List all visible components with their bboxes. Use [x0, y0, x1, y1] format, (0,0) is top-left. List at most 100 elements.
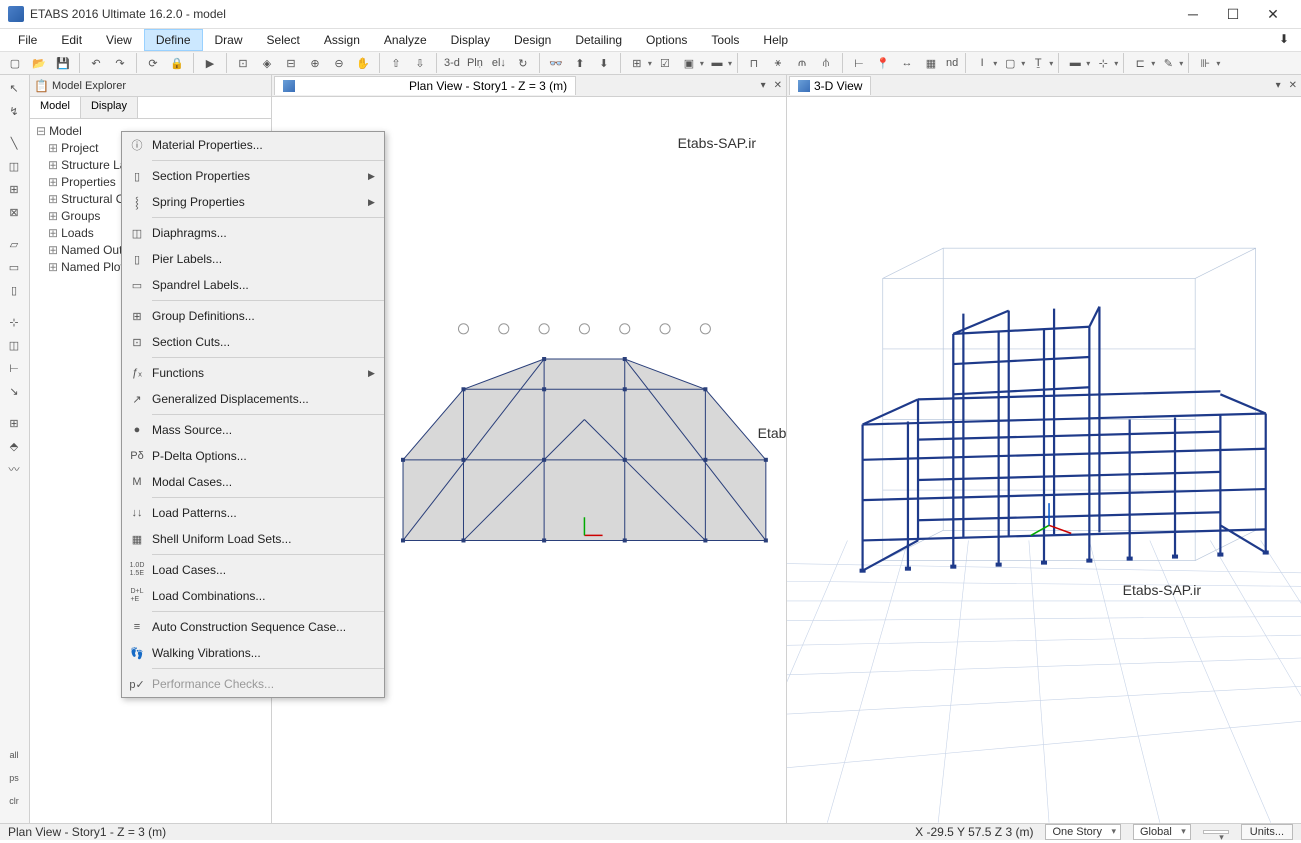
- draw-wall-icon[interactable]: ▯: [2, 279, 26, 301]
- draw-brace-icon[interactable]: ⊠: [2, 201, 26, 223]
- refresh-icon[interactable]: ⟳: [142, 52, 164, 74]
- pin-icon[interactable]: 📍: [872, 52, 894, 74]
- download-icon[interactable]: ⬇: [1279, 32, 1295, 48]
- snap-mid-icon[interactable]: 〰: [2, 458, 26, 480]
- frame-icon[interactable]: ⊓: [743, 52, 765, 74]
- menu-item[interactable]: ⸾Spring Properties▶: [122, 189, 384, 215]
- run-icon[interactable]: ▶: [199, 52, 221, 74]
- menu-item[interactable]: ●Mass Source...: [122, 417, 384, 443]
- draw-link-icon[interactable]: ◫: [2, 334, 26, 356]
- check-icon[interactable]: ☑: [654, 52, 676, 74]
- load-icon[interactable]: ⫙: [791, 52, 813, 74]
- clr-icon[interactable]: clr: [2, 790, 26, 812]
- draw-beam-icon[interactable]: ◫: [2, 155, 26, 177]
- menu-item[interactable]: ◫Diaphragms...: [122, 220, 384, 246]
- menu-item[interactable]: MModal Cases...: [122, 469, 384, 495]
- plan-dropdown-button[interactable]: ▾: [757, 80, 770, 91]
- elev-icon[interactable]: el↓: [488, 52, 510, 74]
- plan-icon[interactable]: Plṇ: [464, 52, 486, 74]
- story-selector[interactable]: One Story: [1045, 824, 1121, 840]
- rect-section-icon[interactable]: ▢: [999, 52, 1021, 74]
- measure-icon[interactable]: ⊢: [848, 52, 870, 74]
- coord-system-selector[interactable]: Global: [1133, 824, 1191, 840]
- menu-draw[interactable]: Draw: [203, 29, 255, 51]
- zoom-full-icon[interactable]: ◈: [256, 52, 278, 74]
- down-arrow-icon[interactable]: ⇩: [409, 52, 431, 74]
- explorer-tab-display[interactable]: Display: [81, 97, 138, 118]
- t-section-icon[interactable]: Ṯ: [1027, 52, 1049, 74]
- menu-select[interactable]: Select: [255, 29, 312, 51]
- draw-joint-icon[interactable]: ⊹: [2, 311, 26, 333]
- menu-item[interactable]: D+L +ELoad Combinations...: [122, 583, 384, 609]
- open-icon[interactable]: 📂: [28, 52, 50, 74]
- rotate-icon[interactable]: ↻: [512, 52, 534, 74]
- menu-view[interactable]: View: [94, 29, 144, 51]
- ps-icon[interactable]: ps: [2, 767, 26, 789]
- menu-item[interactable]: ▯Section Properties▶: [122, 163, 384, 189]
- menu-item[interactable]: ⊞Group Definitions...: [122, 303, 384, 329]
- pan-icon[interactable]: ✋: [352, 52, 374, 74]
- snap-ends-icon[interactable]: ⬘: [2, 435, 26, 457]
- zoom-rubber-icon[interactable]: ⊡: [232, 52, 254, 74]
- menu-item[interactable]: ▭Spandrel Labels...: [122, 272, 384, 298]
- close-button[interactable]: ✕: [1253, 0, 1293, 28]
- menu-options[interactable]: Options: [634, 29, 699, 51]
- 3d-close-button[interactable]: ✕: [1285, 80, 1301, 91]
- menu-tools[interactable]: Tools: [699, 29, 751, 51]
- wall-icon[interactable]: ▦: [920, 52, 942, 74]
- menu-item[interactable]: ⓘMaterial Properties...: [122, 132, 384, 158]
- move-icon[interactable]: ↔: [896, 52, 918, 74]
- menu-item[interactable]: ↓↓Load Patterns...: [122, 500, 384, 526]
- i-section-icon[interactable]: I: [971, 52, 993, 74]
- up-arrow-icon[interactable]: ⇧: [385, 52, 407, 74]
- draw-column-icon[interactable]: ⊞: [2, 178, 26, 200]
- menu-item[interactable]: ≡Auto Construction Sequence Case...: [122, 614, 384, 640]
- new-icon[interactable]: ▢: [4, 52, 26, 74]
- menu-edit[interactable]: Edit: [49, 29, 94, 51]
- plan-close-button[interactable]: ✕: [770, 80, 786, 91]
- 3d-dropdown-button[interactable]: ▾: [1272, 80, 1285, 91]
- zoom-out-icon[interactable]: ⊖: [328, 52, 350, 74]
- menu-display[interactable]: Display: [439, 29, 502, 51]
- lock-icon[interactable]: 🔒: [166, 52, 188, 74]
- align-icon[interactable]: ⊪: [1194, 52, 1216, 74]
- menu-item[interactable]: ⊡Section Cuts...: [122, 329, 384, 355]
- save-icon[interactable]: 💾: [52, 52, 74, 74]
- menu-item[interactable]: ƒₓFunctions▶: [122, 360, 384, 386]
- menu-design[interactable]: Design: [502, 29, 563, 51]
- reshape-icon[interactable]: ↯: [2, 100, 26, 122]
- redo-icon[interactable]: ↷: [109, 52, 131, 74]
- menu-item[interactable]: ▦Shell Uniform Load Sets...: [122, 526, 384, 552]
- 3d-view-tab[interactable]: 3-D View: [789, 76, 871, 95]
- draw-floor-icon[interactable]: ▱: [2, 233, 26, 255]
- undo-icon[interactable]: ↶: [85, 52, 107, 74]
- pointer-icon[interactable]: ↖: [2, 77, 26, 99]
- menu-item[interactable]: PδP-Delta Options...: [122, 443, 384, 469]
- select-obj-icon[interactable]: ▣: [678, 52, 700, 74]
- object-up-icon[interactable]: ⬆: [569, 52, 591, 74]
- nd-button[interactable]: nd: [944, 57, 960, 69]
- draw-grid-icon[interactable]: ↘: [2, 380, 26, 402]
- menu-item[interactable]: ↗Generalized Displacements...: [122, 386, 384, 412]
- menu-help[interactable]: Help: [751, 29, 800, 51]
- perspective-icon[interactable]: 👓: [545, 52, 567, 74]
- joint-assign-icon[interactable]: ⊹: [1092, 52, 1114, 74]
- snap-grid-icon[interactable]: ⊞: [2, 412, 26, 434]
- menu-file[interactable]: File: [6, 29, 49, 51]
- units-button[interactable]: Units...: [1241, 824, 1293, 840]
- menu-define[interactable]: Define: [144, 29, 203, 51]
- slab-icon[interactable]: ▬: [1064, 52, 1086, 74]
- object-down-icon[interactable]: ⬇: [593, 52, 615, 74]
- menu-assign[interactable]: Assign: [312, 29, 372, 51]
- explorer-tab-model[interactable]: Model: [30, 97, 81, 118]
- plan-view-tab[interactable]: Plan View - Story1 - Z = 3 (m): [274, 76, 576, 95]
- copy-props-icon[interactable]: ⊏: [1129, 52, 1151, 74]
- paint-icon[interactable]: ✎: [1157, 52, 1179, 74]
- menu-item[interactable]: 👣Walking Vibrations...: [122, 640, 384, 666]
- draw-line-icon[interactable]: ╲: [2, 132, 26, 154]
- set-view-icon[interactable]: ⊞: [626, 52, 648, 74]
- menu-analyze[interactable]: Analyze: [372, 29, 439, 51]
- menu-detailing[interactable]: Detailing: [563, 29, 634, 51]
- minimize-button[interactable]: ─: [1173, 0, 1213, 28]
- 3d-view-canvas[interactable]: Etabs-SAP.ir: [787, 97, 1301, 823]
